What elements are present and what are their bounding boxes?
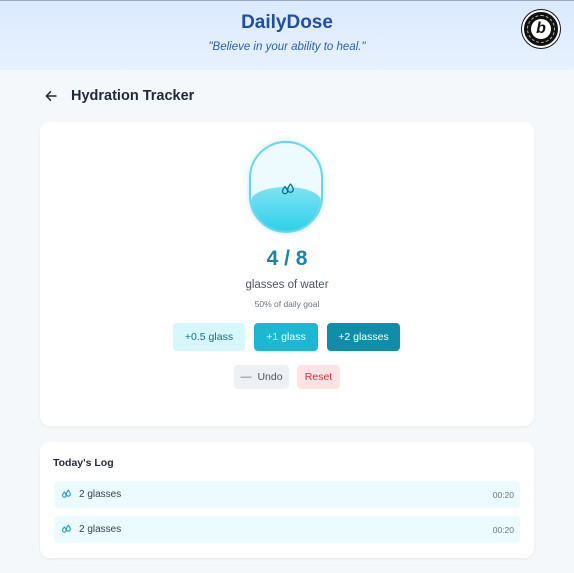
daily-goal-percent: 50% of daily goal <box>254 299 320 309</box>
intake-count: 4 / 8 <box>266 247 308 270</box>
arrow-left-icon <box>45 91 57 101</box>
add-two-glasses-button[interactable]: +2 glasses <box>327 323 400 351</box>
todays-log-card: Today's Log 2 glasses 00:20 2 glasses 00… <box>40 442 534 558</box>
hydration-card: 4 / 8 glasses of water 50% of daily goal… <box>40 122 534 426</box>
log-entry-amount: 2 glasses <box>79 489 122 500</box>
droplets-icon <box>61 524 71 533</box>
droplets-icon <box>281 183 294 195</box>
water-bottle-gauge <box>249 141 323 233</box>
droplets-icon <box>61 489 71 498</box>
intake-unit-label: glasses of water <box>245 279 329 291</box>
undo-button[interactable]: — Undo <box>234 365 289 389</box>
page-title: Hydration Tracker <box>71 88 195 104</box>
app-header: DailyDose "Believe in your ability to he… <box>0 0 574 70</box>
app-tagline: "Believe in your ability to heal." <box>208 41 366 53</box>
badge-ring <box>527 15 555 43</box>
log-entry: 2 glasses 00:20 <box>54 516 520 543</box>
reset-button[interactable]: Reset <box>297 365 340 389</box>
add-one-glass-button[interactable]: +1 glass <box>254 323 318 351</box>
profile-badge[interactable]: b <box>522 10 560 48</box>
log-title: Today's Log <box>53 457 114 469</box>
undo-label: Undo <box>257 371 283 383</box>
back-button[interactable] <box>42 87 60 105</box>
log-entry: 2 glasses 00:20 <box>54 481 520 508</box>
add-half-glass-button[interactable]: +0.5 glass <box>173 323 245 351</box>
log-entry-amount: 2 glasses <box>79 524 122 535</box>
log-entry-time: 00:20 <box>492 524 514 535</box>
app-name: DailyDose <box>241 12 333 33</box>
log-entry-time: 00:20 <box>492 489 514 500</box>
minus-icon: — <box>240 371 252 383</box>
page-header: Hydration Tracker <box>42 85 194 107</box>
